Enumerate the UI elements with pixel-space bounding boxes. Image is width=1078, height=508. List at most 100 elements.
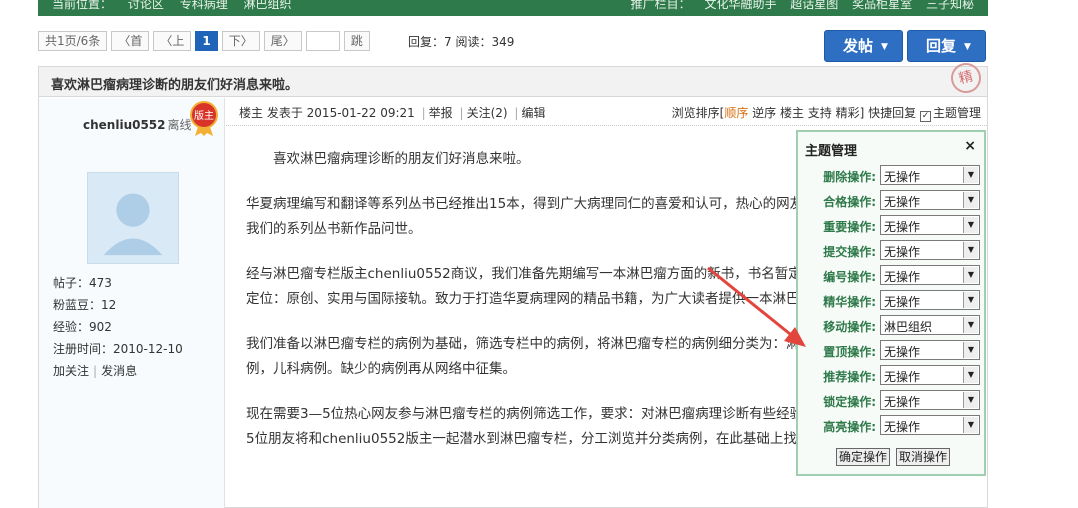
first-page-button[interactable]: 〈首 [111,31,150,51]
dropdown-arrow-icon[interactable]: ▼ [963,267,978,283]
bean-count: 粉蓝豆：12 [53,298,117,312]
select-value: 无操作 [884,295,921,309]
select-value: 无操作 [884,245,921,259]
page-summary: 共1页/6条 [38,31,108,51]
message-link[interactable]: 发消息 [101,364,137,378]
author-sidebar: chenliu0552 离线 版主 帖子：473 粉蓝豆：12 经验：902 注册… [39,98,225,508]
jump-button[interactable]: 跳 [343,31,370,51]
caret-down-icon: ▼ [964,41,971,52]
page-jump-input[interactable] [305,31,340,51]
manage-checkbox[interactable]: ✓ [919,111,931,122]
dropdown-arrow-icon[interactable]: ▼ [963,417,978,433]
sort-label: 浏览排序[ [671,106,725,120]
sort-options[interactable]: 逆序 楼主 支持 精彩] [748,106,864,120]
panel-title: 主题管理 [805,144,858,159]
sort-order-link[interactable]: 顺序 [724,106,748,120]
follow-link[interactable]: 加关注 [53,364,89,378]
dropdown-arrow-icon[interactable]: ▼ [963,167,978,183]
number-op-label: 编号操作: [823,270,876,284]
avatar[interactable] [87,172,179,264]
move-op-row: 移动操作: 淋巴组织 ▼ [798,315,984,337]
close-icon[interactable]: × [964,138,976,154]
last-page-button[interactable]: 尾〉 [263,31,302,51]
promo-link-4[interactable]: 三子知秘 [926,0,974,11]
divider: | [514,106,519,120]
quick-reply-link[interactable]: 快捷回复 [868,106,916,120]
author-name[interactable]: chenliu0552 离线 [83,116,192,133]
divider: | [421,106,426,120]
dropdown-arrow-icon[interactable]: ▼ [963,317,978,333]
floor-label: 楼主 [239,106,264,120]
reply-read-stats: 回复：7 阅读：349 [408,35,515,49]
prev-page-button[interactable]: 〈上 [153,31,192,51]
qualified-op-select[interactable]: 无操作 ▼ [880,190,980,210]
breadcrumb-label: 当前位置： [52,0,113,11]
featured-stamp-icon: 精 [947,59,985,97]
breadcrumb-specialty[interactable]: 专科病理 [180,0,228,11]
dropdown-arrow-icon[interactable]: ▼ [963,192,978,208]
manage-label: 主题管理 [932,106,981,120]
reply-label: 回复 [926,37,957,55]
post-meta-bar: 楼主 发表于 2015-01-22 09:21 | 举报 | 关注(2) | 编辑 浏… [226,98,987,126]
reply-button[interactable]: 回复 ▼ [907,30,986,62]
new-post-button[interactable]: 发帖 ▼ [824,30,903,62]
select-value: 无操作 [884,170,921,184]
submit-op-label: 提交操作: [823,245,876,259]
essence-op-row: 精华操作: 无操作 ▼ [798,290,984,312]
cancel-button[interactable]: 取消操作 [896,448,951,466]
edit-link[interactable]: 编辑 [521,106,545,120]
dropdown-arrow-icon[interactable]: ▼ [963,292,978,308]
view-options: 浏览排序[顺序 逆序 楼主 支持 精彩] 快捷回复 ✓ 主题管理 [672,104,981,122]
promo-label: 推广栏目： [630,0,691,11]
divider: | [459,106,464,120]
select-value: 无操作 [884,270,921,284]
essence-op-label: 精华操作: [823,295,876,309]
recommend-op-row: 推荐操作: 无操作 ▼ [798,365,984,387]
breadcrumb: 当前位置： 讨论区 专科病理 淋巴组织 [52,0,304,12]
pin-op-select[interactable]: 无操作 ▼ [880,340,980,360]
promo-link-3[interactable]: 奖品柜星室 [852,0,912,11]
submit-op-select[interactable]: 无操作 ▼ [880,240,980,260]
topic-manage-panel: 主题管理 × 删除操作: 无操作 ▼ 合格操作: 无操作 ▼ 重要操作: 无操作 ▼ … [796,130,986,476]
highlight-op-select[interactable]: 无操作 ▼ [880,415,980,435]
breadcrumb-forum[interactable]: 讨论区 [128,0,164,11]
recommend-op-label: 推荐操作: [823,370,876,384]
dropdown-arrow-icon[interactable]: ▼ [963,342,978,358]
register-date: 注册时间：2010-12-10 [53,342,183,356]
divider: | [93,364,98,378]
move-op-select[interactable]: 淋巴组织 ▼ [880,315,980,335]
watch-link[interactable]: 关注(2) [467,106,508,120]
delete-op-row: 删除操作: 无操作 ▼ [798,165,984,187]
pin-op-label: 置顶操作: [823,345,876,359]
dropdown-arrow-icon[interactable]: ▼ [963,367,978,383]
important-op-select[interactable]: 无操作 ▼ [880,215,980,235]
dropdown-arrow-icon[interactable]: ▼ [963,242,978,258]
author-actions: 加关注 | 发消息 [53,362,137,379]
move-op-label: 移动操作: [823,320,876,334]
author-name-text[interactable]: chenliu0552 [83,118,166,132]
select-value: 无操作 [884,395,921,409]
post-meta: 楼主 发表于 2015-01-22 09:21 | 举报 | 关注(2) | 编辑 [239,104,545,121]
breadcrumb-lymph[interactable]: 淋巴组织 [244,0,292,11]
select-value: 淋巴组织 [884,320,933,334]
promo-link-2[interactable]: 超话星图 [790,0,838,11]
next-page-button[interactable]: 下〉 [221,31,260,51]
current-page[interactable]: 1 [195,31,218,51]
experience: 经验：902 [53,320,112,334]
dropdown-arrow-icon[interactable]: ▼ [963,217,978,233]
essence-op-select[interactable]: 无操作 ▼ [880,290,980,310]
lock-op-select[interactable]: 无操作 ▼ [880,390,980,410]
delete-op-label: 删除操作: [823,170,876,184]
promo-link-1[interactable]: 文化华融助手 [704,0,776,11]
author-status: 离线 [167,118,192,132]
number-op-select[interactable]: 无操作 ▼ [880,265,980,285]
confirm-button[interactable]: 确定操作 [836,448,891,466]
delete-op-select[interactable]: 无操作 ▼ [880,165,980,185]
select-value: 无操作 [884,195,921,209]
important-op-row: 重要操作: 无操作 ▼ [798,215,984,237]
report-link[interactable]: 举报 [429,106,453,120]
select-value: 无操作 [884,220,921,234]
qualified-op-row: 合格操作: 无操作 ▼ [798,190,984,212]
dropdown-arrow-icon[interactable]: ▼ [963,392,978,408]
recommend-op-select[interactable]: 无操作 ▼ [880,365,980,385]
